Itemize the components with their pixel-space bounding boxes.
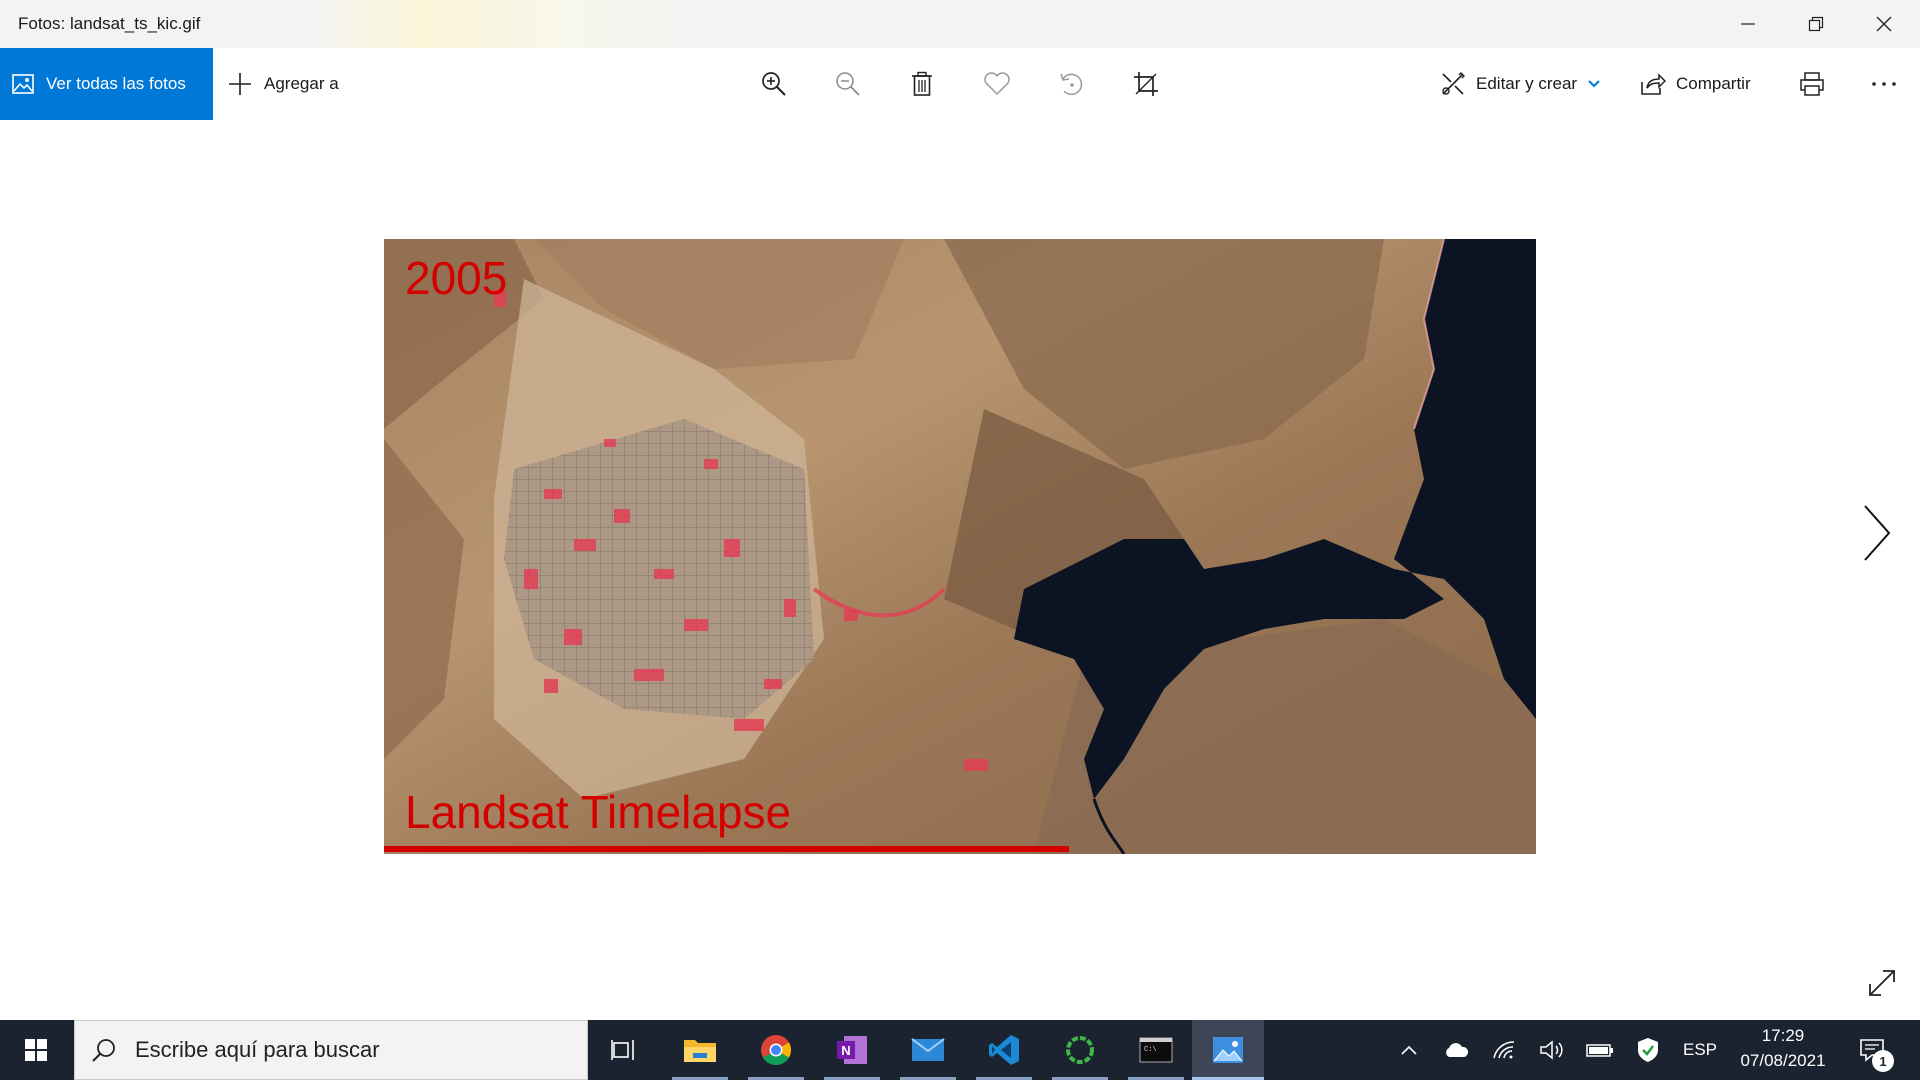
add-to-label: Agregar a <box>264 74 339 93</box>
edit-create-button[interactable]: Editar y crear <box>1440 48 1601 120</box>
favorite-icon <box>984 72 1010 96</box>
onedrive-icon <box>1446 1043 1469 1057</box>
photo-viewer-image[interactable]: 2005 Landsat Timelapse <box>384 239 1536 854</box>
print-button[interactable] <box>1790 62 1834 106</box>
security-button[interactable] <box>1630 1020 1666 1080</box>
share-icon <box>1640 72 1666 96</box>
minimize-button[interactable] <box>1714 0 1782 48</box>
photos-icon <box>1213 1037 1243 1063</box>
timelapse-year-label: 2005 <box>405 252 508 304</box>
search-icon <box>91 1037 117 1063</box>
input-language-button[interactable]: ESP <box>1680 1020 1720 1080</box>
clock-date: 07/08/2021 <box>1740 1051 1826 1070</box>
show-hidden-icons-button[interactable] <box>1392 1020 1426 1080</box>
delete-button[interactable] <box>900 62 944 106</box>
window-title: Fotos: landsat_ts_kic.gif <box>18 14 201 33</box>
fullscreen-button[interactable] <box>1862 963 1902 1003</box>
green-circle-app-icon <box>1066 1036 1094 1064</box>
network-button[interactable] <box>1486 1020 1522 1080</box>
mail-icon <box>911 1038 945 1061</box>
svg-text:N: N <box>841 1043 850 1058</box>
terminal-button[interactable]: C:\ <box>1120 1020 1192 1080</box>
photos-app-button[interactable] <box>1192 1020 1264 1080</box>
share-label: Compartir <box>1676 74 1751 93</box>
input-language-label: ESP <box>1682 1040 1718 1059</box>
photos-gallery-icon <box>12 74 34 94</box>
all-photos-label: Ver todas las fotos <box>46 74 186 93</box>
volume-button[interactable] <box>1534 1020 1570 1080</box>
print-icon <box>1800 72 1824 96</box>
zoom-out-icon <box>836 72 860 96</box>
close-icon <box>1876 16 1892 32</box>
svg-text:C:\: C:\ <box>1144 1046 1157 1054</box>
file-explorer-icon <box>684 1040 716 1062</box>
satellite-image <box>384 239 1536 854</box>
command-bar: Ver todas las fotos Agregar a Editar y c… <box>0 48 1920 120</box>
plus-icon <box>228 72 252 96</box>
chrome-button[interactable] <box>740 1020 812 1080</box>
zoom-in-button[interactable] <box>752 62 796 106</box>
restore-icon <box>1808 16 1824 32</box>
start-button[interactable] <box>0 1020 72 1080</box>
speaker-icon <box>1540 1040 1563 1060</box>
favorite-button[interactable] <box>975 62 1019 106</box>
close-button[interactable] <box>1850 0 1918 48</box>
chevron-right-icon <box>1864 505 1891 561</box>
rotate-button[interactable] <box>1049 62 1093 106</box>
onenote-button[interactable]: N <box>816 1020 888 1080</box>
task-view-icon <box>611 1040 634 1060</box>
edit-create-label: Editar y crear <box>1476 74 1578 93</box>
delete-icon <box>912 71 932 96</box>
zoom-out-button[interactable] <box>826 62 870 106</box>
more-icon <box>1872 82 1896 86</box>
crop-button[interactable] <box>1124 62 1168 106</box>
windows-logo-icon <box>25 1039 47 1061</box>
onedrive-button[interactable] <box>1438 1020 1474 1080</box>
timelapse-brand-label: Landsat Timelapse <box>405 786 792 838</box>
onenote-icon: N <box>837 1036 867 1064</box>
chevron-up-icon <box>1401 1045 1417 1055</box>
timelapse-progress-bar <box>384 846 1070 852</box>
notification-count-badge: 1 <box>1872 1050 1894 1072</box>
vscode-icon <box>989 1035 1019 1065</box>
battery-button[interactable] <box>1582 1020 1618 1080</box>
chrome-icon <box>761 1035 792 1066</box>
crop-icon <box>1134 72 1158 96</box>
file-explorer-button[interactable] <box>664 1020 736 1080</box>
battery-icon <box>1586 1044 1613 1057</box>
mail-button[interactable] <box>892 1020 964 1080</box>
add-to-button[interactable]: Agregar a <box>228 48 339 120</box>
clock-time: 17:29 <box>1761 1026 1805 1045</box>
more-options-button[interactable] <box>1862 62 1906 106</box>
expand-icon <box>1869 970 1895 996</box>
all-photos-button[interactable]: Ver todas las fotos <box>0 48 213 120</box>
next-photo-button[interactable] <box>1852 500 1902 566</box>
share-button[interactable]: Compartir <box>1640 48 1751 120</box>
vscode-button[interactable] <box>968 1020 1040 1080</box>
chevron-down-icon <box>1587 79 1601 89</box>
title-bar: Fotos: landsat_ts_kic.gif <box>0 0 1920 48</box>
rotate-icon <box>1060 73 1083 96</box>
green-circle-app-button[interactable] <box>1044 1020 1116 1080</box>
task-view-button[interactable] <box>588 1020 660 1080</box>
search-placeholder: Escribe aquí para buscar <box>135 1037 380 1062</box>
taskbar-search-box[interactable]: Escribe aquí para buscar <box>74 1020 588 1080</box>
wifi-icon <box>1493 1041 1515 1059</box>
shield-icon <box>1638 1038 1658 1062</box>
windows-taskbar: Escribe aquí para buscar N C:\ ESP 17:29… <box>0 1020 1920 1080</box>
terminal-icon: C:\ <box>1139 1037 1173 1063</box>
restore-button[interactable] <box>1782 0 1850 48</box>
edit-create-icon <box>1440 71 1466 97</box>
zoom-in-icon <box>762 72 786 96</box>
minimize-icon <box>1741 23 1755 25</box>
taskbar-clock[interactable]: 17:29 07/08/2021 <box>1726 1020 1840 1080</box>
